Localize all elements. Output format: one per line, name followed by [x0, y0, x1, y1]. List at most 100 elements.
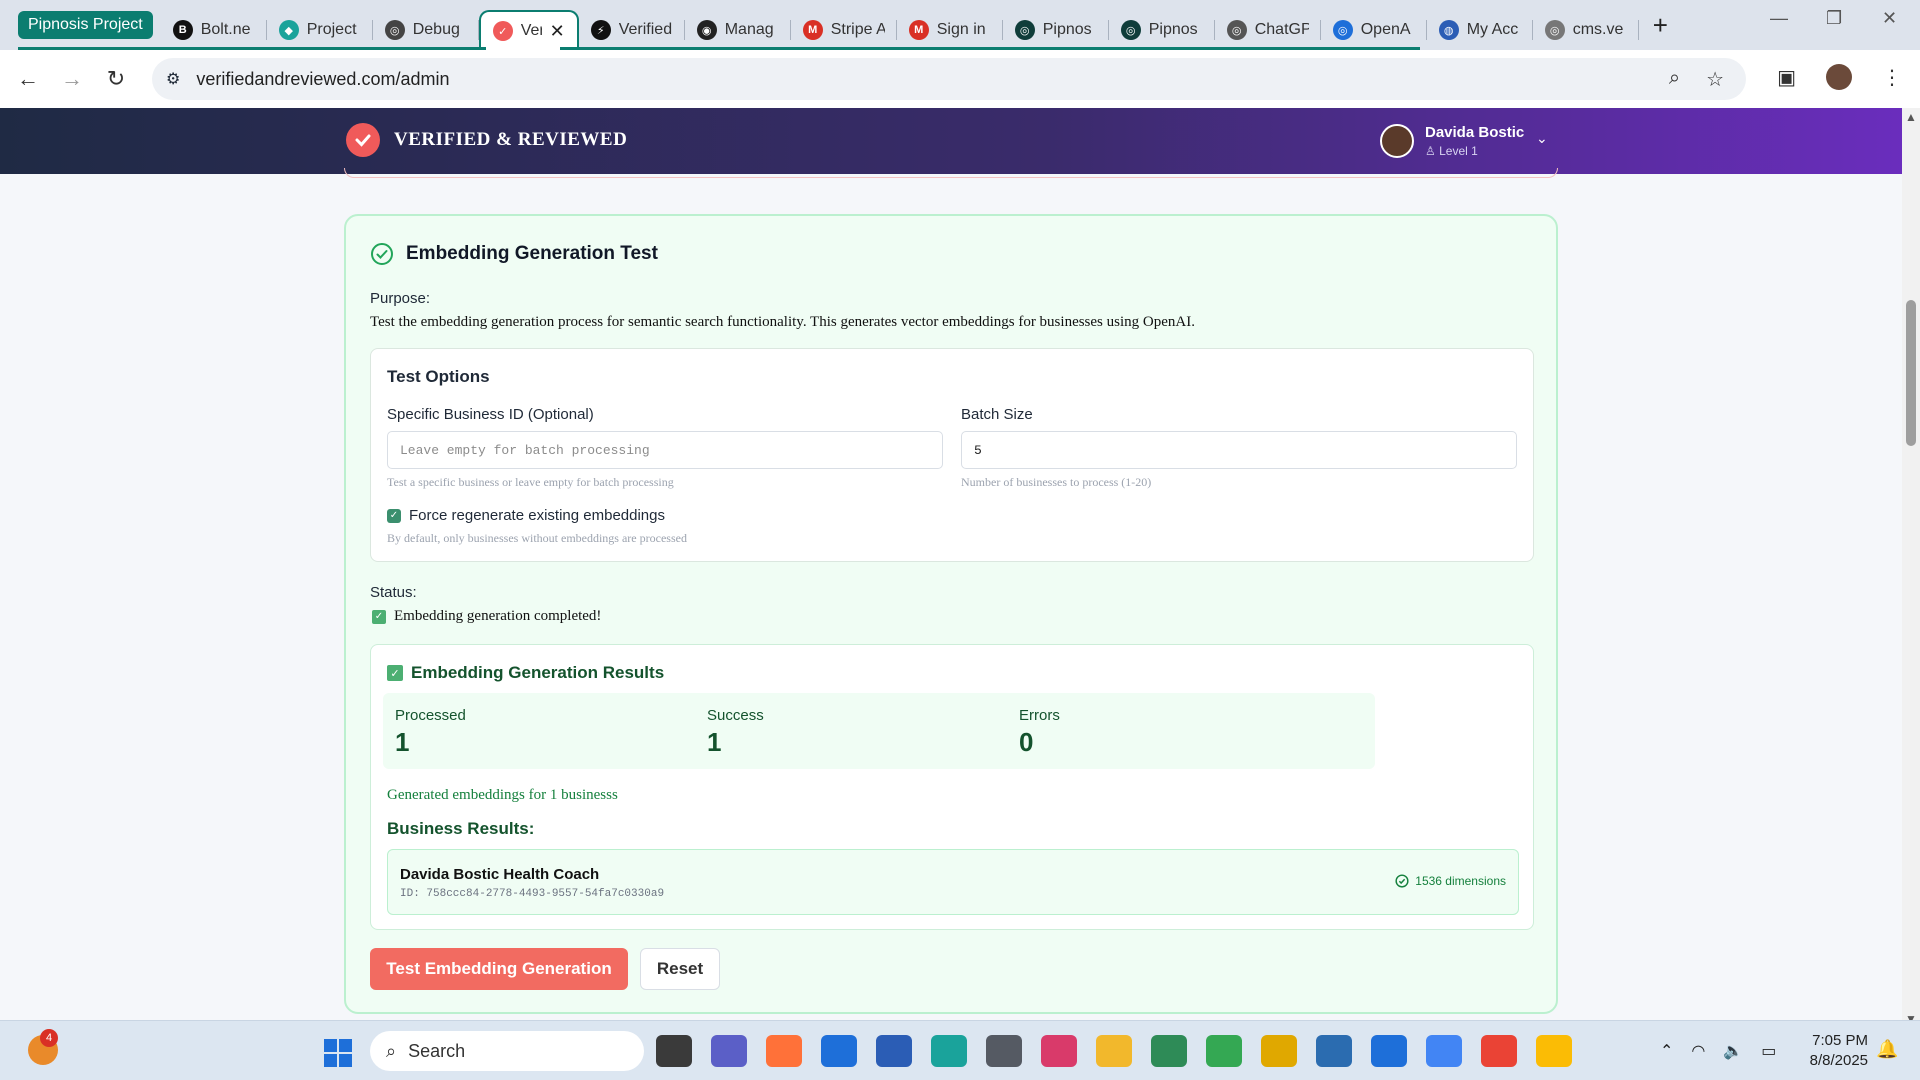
business-id-input[interactable] [387, 431, 943, 469]
back-icon[interactable]: ← [6, 66, 50, 92]
browser-tab[interactable]: ⚡ Verified [579, 10, 685, 50]
close-window-icon[interactable]: ✕ [1882, 8, 1897, 29]
chrome-profile-4-icon[interactable] [1536, 1035, 1572, 1067]
card-title: Embedding Generation Test [406, 243, 658, 264]
calculator-icon[interactable] [986, 1035, 1022, 1067]
browser-tab[interactable]: ◍ My Acc [1427, 10, 1533, 50]
batch-size-input[interactable] [961, 431, 1517, 469]
tab-favicon-icon: ◍ [1438, 20, 1459, 40]
scroll-up-icon[interactable]: ▲ [1905, 110, 1917, 124]
browser-tab[interactable]: ◉ Manag [685, 10, 791, 50]
tab-favicon-icon: B [172, 20, 193, 40]
reload-icon[interactable]: ↻ [94, 66, 138, 92]
tab-search-icon[interactable]: ▣ [1777, 65, 1796, 90]
file-explorer-icon[interactable] [1096, 1035, 1132, 1067]
business-result-row: Davida Bostic Health Coach ID: 758ccc84-… [387, 849, 1519, 915]
notepad-icon[interactable] [1371, 1035, 1407, 1067]
user-avatar[interactable] [1380, 124, 1414, 158]
force-regenerate-help: By default, only businesses without embe… [387, 531, 687, 545]
firefox-icon[interactable] [766, 1035, 802, 1067]
money-app-icon[interactable] [1151, 1035, 1187, 1067]
stat-label: Processed [395, 707, 466, 724]
site-info-icon[interactable]: ⚙ [166, 69, 180, 89]
browser-menu-icon[interactable]: ⋮ [1882, 65, 1902, 90]
check-circle-icon [1395, 874, 1409, 888]
status-text: Embedding generation completed! [394, 608, 602, 624]
browser-tab[interactable]: M Sign in [897, 10, 1003, 50]
chrome-profile-3-icon[interactable] [1481, 1035, 1517, 1067]
tab-close-icon[interactable]: ✕ [550, 21, 565, 42]
previous-card-edge [344, 168, 1558, 178]
chrome-profile-1-icon[interactable] [1206, 1035, 1242, 1067]
minimize-icon[interactable]: — [1770, 8, 1788, 29]
forward-icon[interactable]: → [50, 66, 94, 92]
tab-favicon-icon: ◎ [384, 20, 405, 40]
browser-tab[interactable]: B Bolt.ne [161, 10, 267, 50]
stat-value: 1 [707, 727, 722, 757]
force-regenerate-row[interactable]: ✓ Force regenerate existing embeddings [387, 507, 665, 524]
teams-icon[interactable] [711, 1035, 747, 1067]
force-regenerate-checkbox[interactable]: ✓ [387, 508, 401, 523]
search-icon: ⌕ [386, 1040, 397, 1061]
zoom-icon[interactable]: ⌕ [1669, 67, 1680, 92]
logo-check-icon[interactable] [346, 123, 380, 157]
browser-tab[interactable]: M Stripe A [791, 10, 897, 50]
stat-value: 0 [1019, 727, 1034, 757]
taskbar-search[interactable]: ⌕ Search [370, 1031, 644, 1071]
browser-tab[interactable]: ◎ Debug [373, 10, 479, 50]
card-header: Embedding Generation Test [370, 242, 658, 266]
test-embedding-button[interactable]: Test Embedding Generation [370, 948, 628, 990]
test-options-title: Test Options [387, 367, 490, 386]
powershell-icon[interactable] [1316, 1035, 1352, 1067]
profile-avatar[interactable] [1826, 64, 1852, 90]
snipping-tool-icon[interactable] [1041, 1035, 1077, 1067]
start-icon[interactable] [324, 1039, 352, 1067]
page-scrollbar[interactable]: ▲ ▼ [1902, 108, 1920, 1026]
url-box[interactable]: ⚙ verifiedandreviewed.com/admin ⌕ ☆ [152, 58, 1746, 100]
mail-icon[interactable] [821, 1035, 857, 1067]
brand-name[interactable]: VERIFIED & REVIEWED [394, 129, 627, 151]
generated-summary: Generated embeddings for 1 businesss [387, 787, 618, 803]
tab-favicon-icon: ◉ [696, 20, 717, 40]
business-id-label: Specific Business ID (Optional) [387, 406, 594, 423]
restore-icon[interactable]: ❐ [1826, 8, 1842, 29]
browser-tab[interactable]: ◎ ChatGP [1215, 10, 1321, 50]
task-view-icon[interactable] [656, 1035, 692, 1067]
tab-label: Pipnos [1042, 21, 1092, 38]
browser-tab[interactable]: ◎ Pipnos [1003, 10, 1109, 50]
browser-tab[interactable]: ✓ Ver ✕ [478, 10, 579, 50]
browser-tab[interactable]: ◎ cms.ve [1533, 10, 1639, 50]
wifi-icon[interactable]: ◠ [1691, 1041, 1705, 1061]
level-icon: ♙ [1425, 144, 1440, 158]
batch-size-help: Number of businesses to process (1-20) [961, 475, 1152, 489]
new-tab-button[interactable]: + [1653, 10, 1668, 41]
bookmark-star-icon[interactable]: ☆ [1706, 67, 1724, 92]
chrome-profile-2-icon[interactable] [1426, 1035, 1462, 1067]
stat-label: Success [707, 707, 764, 724]
battery-icon[interactable]: ▭ [1761, 1041, 1776, 1061]
tab-favicon-icon: M [908, 20, 929, 40]
browser-tab[interactable]: ◎ OpenA [1321, 10, 1427, 50]
taskbar-clock[interactable]: 7:05 PM 8/8/2025 [1800, 1031, 1868, 1071]
browser-tab[interactable]: ◎ Pipnos [1109, 10, 1215, 50]
check-circle-icon [371, 243, 393, 265]
edge-icon[interactable] [931, 1035, 967, 1067]
force-regenerate-label[interactable]: Force regenerate existing embeddings [409, 507, 665, 524]
tab-favicon-icon: M [802, 20, 823, 40]
tray-overflow-icon[interactable]: ⌃ [1660, 1041, 1673, 1061]
volume-icon[interactable]: 🔈 [1723, 1041, 1743, 1061]
notes-app-icon[interactable] [1261, 1035, 1297, 1067]
notification-bell-icon[interactable]: 🔔 [1876, 1039, 1898, 1060]
browser-tab[interactable]: ◆ Project [267, 10, 373, 50]
user-name[interactable]: Davida Bostic [1425, 124, 1524, 141]
scroll-thumb[interactable] [1906, 300, 1916, 446]
url-text[interactable]: verifiedandreviewed.com/admin [196, 69, 449, 90]
reset-button[interactable]: Reset [640, 948, 720, 990]
notification-badge: 4 [40, 1029, 58, 1047]
tab-group-chip[interactable]: Pipnosis Project [18, 11, 153, 39]
user-menu-chevron-icon[interactable]: ⌄ [1536, 130, 1548, 147]
tab-favicon-icon: ◎ [1544, 20, 1565, 40]
purpose-label: Purpose: [370, 290, 431, 307]
store-icon[interactable] [876, 1035, 912, 1067]
stat-errors: Errors 0 [1007, 693, 1375, 769]
